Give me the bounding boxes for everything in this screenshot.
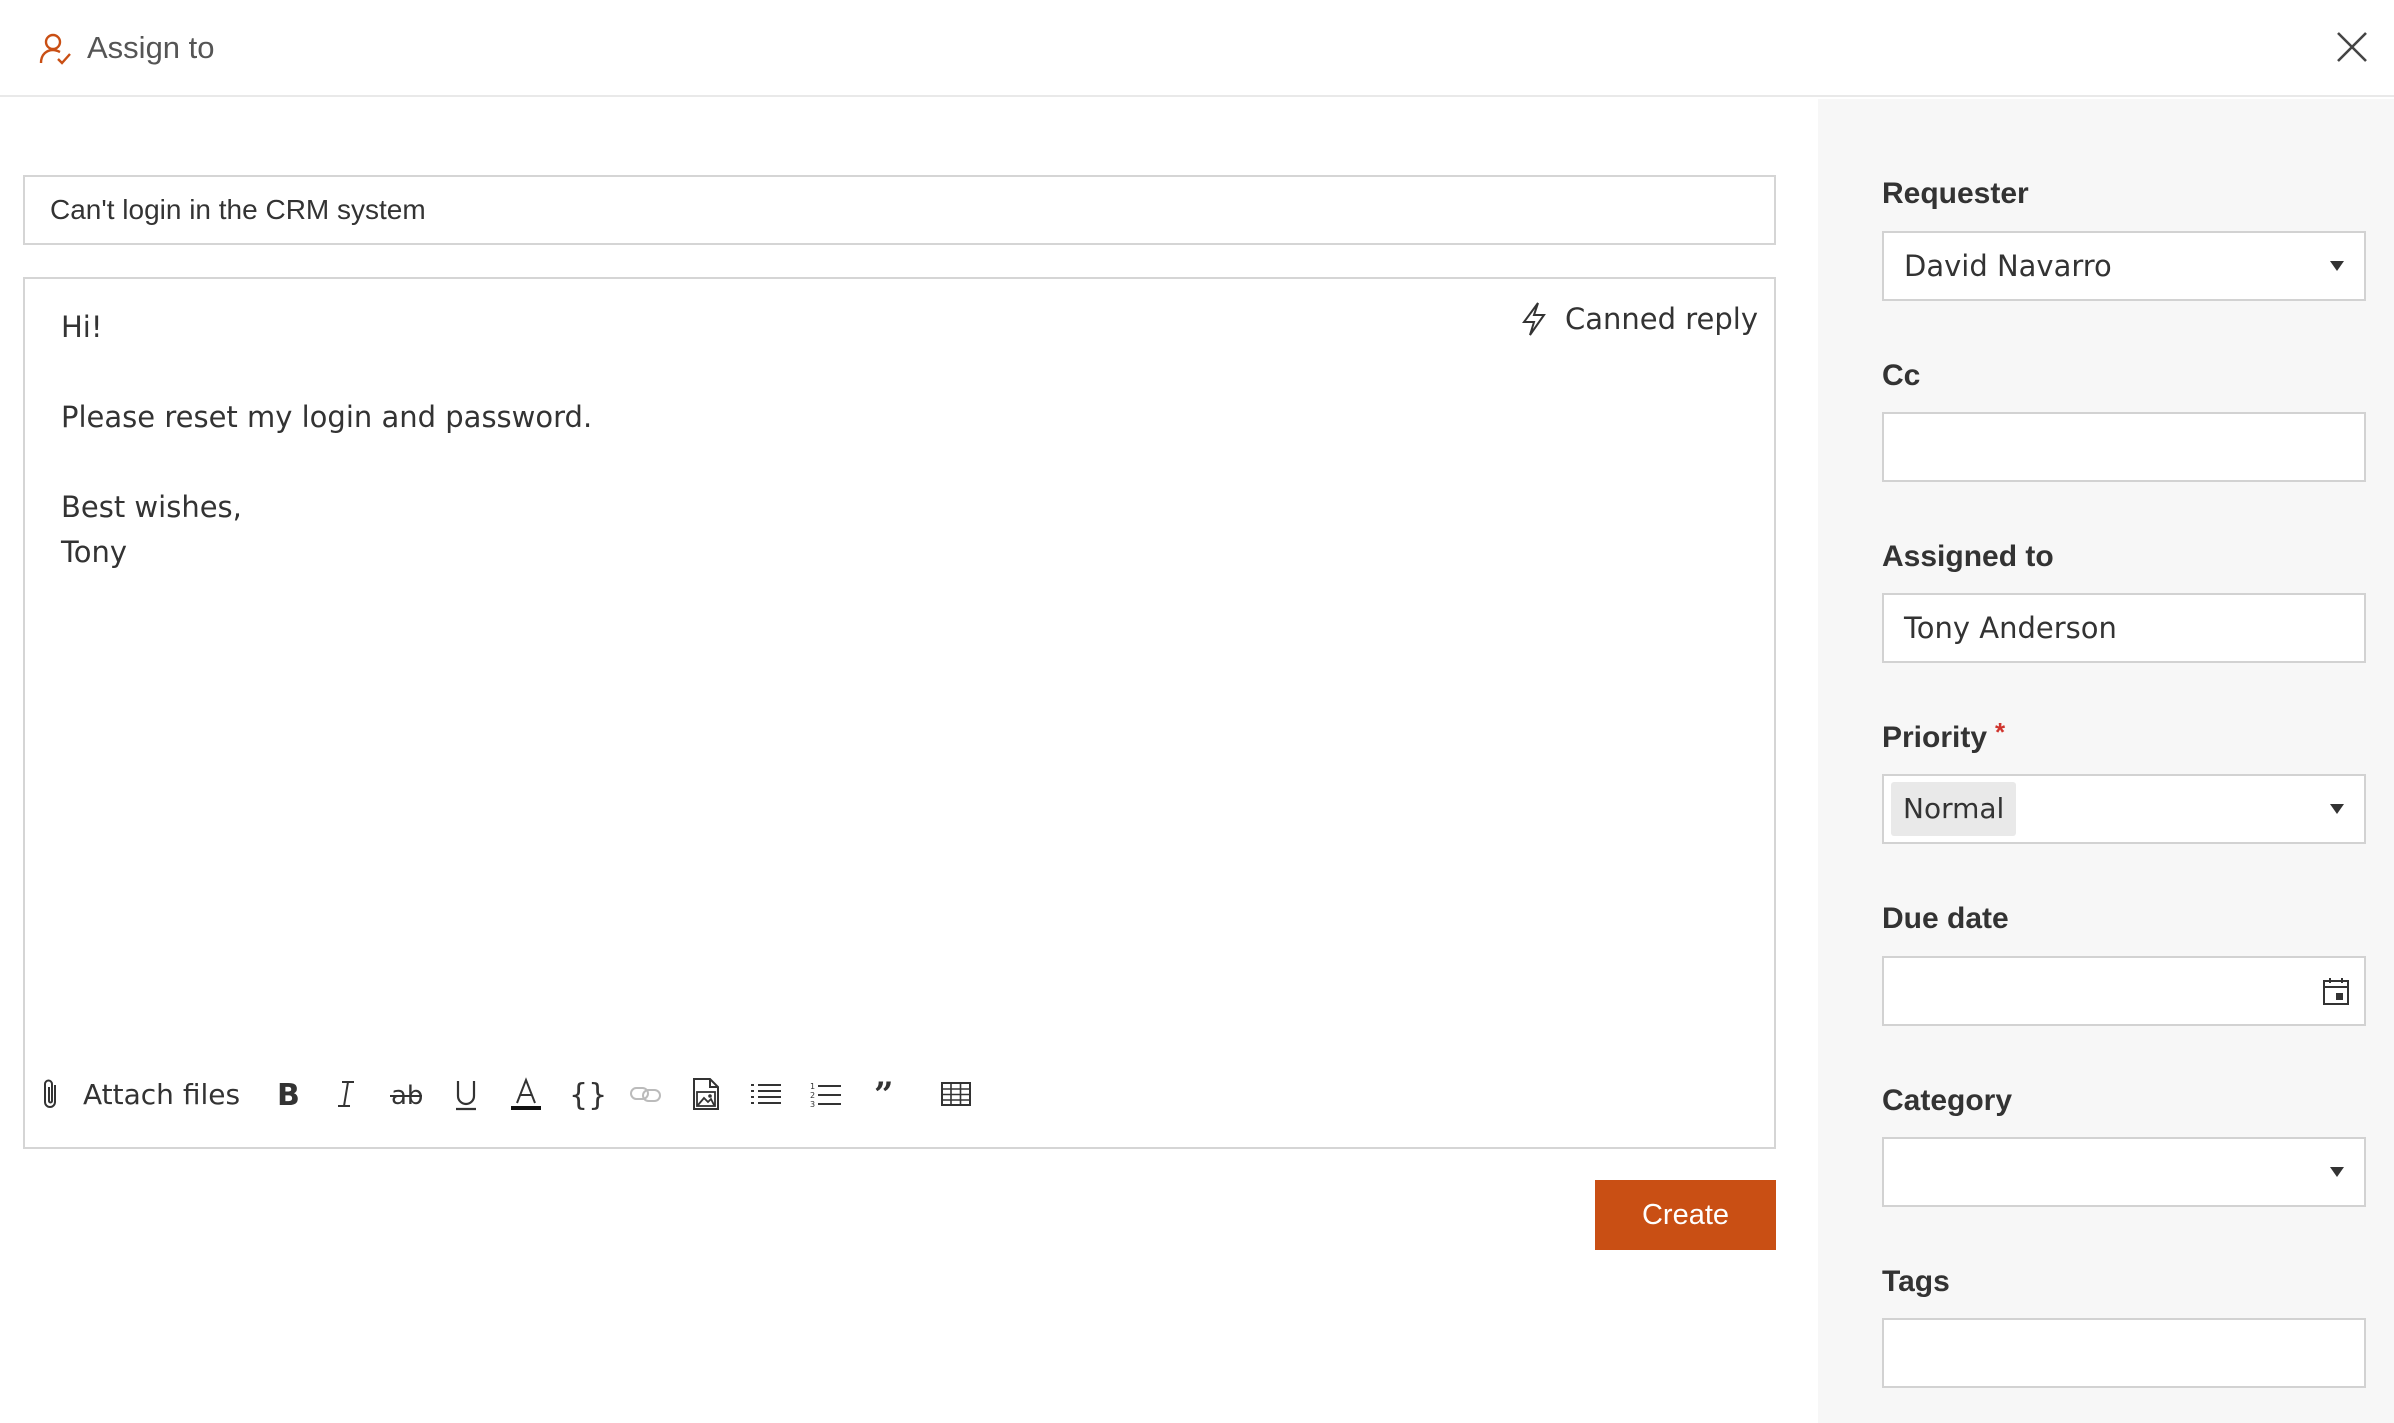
chevron-down-icon bbox=[2330, 804, 2344, 814]
svg-text:1: 1 bbox=[810, 1082, 815, 1091]
chevron-down-icon bbox=[2330, 261, 2344, 271]
assigned-to-input[interactable]: Tony Anderson bbox=[1882, 593, 2366, 663]
svg-text:2: 2 bbox=[810, 1091, 815, 1100]
tags-label: Tags bbox=[1882, 1265, 1950, 1298]
table-icon bbox=[941, 1082, 972, 1106]
assigned-to-label: Assigned to bbox=[1882, 540, 2054, 573]
requester-label: Requester bbox=[1882, 177, 2029, 210]
bulleted-list-button[interactable] bbox=[736, 1069, 796, 1119]
chevron-down-icon bbox=[2330, 1167, 2344, 1177]
attach-files-button[interactable]: Attach files bbox=[39, 1076, 240, 1112]
code-icon: {} bbox=[569, 1078, 604, 1112]
ticket-properties-panel: Requester David Navarro Cc Assigned to T… bbox=[1818, 99, 2394, 1423]
quote-icon: ” bbox=[874, 1076, 894, 1112]
strikethrough-icon: ab bbox=[390, 1081, 424, 1111]
font-color-icon bbox=[511, 1077, 542, 1110]
body-line: Tony bbox=[61, 535, 128, 569]
subject-input[interactable]: Can't login in the CRM system bbox=[23, 175, 1776, 245]
link-button[interactable] bbox=[616, 1069, 676, 1119]
requester-value: David Navarro bbox=[1904, 249, 2112, 283]
table-button[interactable] bbox=[926, 1069, 986, 1119]
assign-dialog: Assign to Can't login in the CRM system … bbox=[0, 0, 2394, 1423]
strikethrough-button[interactable]: ab bbox=[376, 1069, 436, 1119]
required-mark: * bbox=[1995, 717, 2006, 747]
canned-reply-button[interactable]: Canned reply bbox=[1519, 300, 1758, 338]
bold-icon: B bbox=[277, 1078, 300, 1112]
svg-text:{}: {} bbox=[569, 1078, 604, 1112]
priority-select[interactable]: Normal bbox=[1882, 774, 2366, 844]
tags-input[interactable] bbox=[1882, 1318, 2366, 1388]
numbered-list-button[interactable]: 1 2 3 bbox=[796, 1069, 856, 1119]
paperclip-icon bbox=[44, 1079, 56, 1108]
svg-text:B: B bbox=[277, 1078, 300, 1112]
image-button[interactable] bbox=[676, 1069, 736, 1119]
bulleted-list-icon bbox=[751, 1084, 782, 1104]
close-icon[interactable] bbox=[2335, 30, 2369, 64]
image-icon bbox=[693, 1078, 720, 1110]
create-button[interactable]: Create bbox=[1595, 1180, 1776, 1250]
svg-text:3: 3 bbox=[810, 1100, 815, 1109]
dialog-title: Assign to bbox=[87, 30, 215, 65]
bold-button[interactable]: B bbox=[256, 1069, 316, 1119]
underline-icon bbox=[456, 1081, 477, 1111]
priority-label: Priority * bbox=[1882, 717, 2005, 755]
user-assign-icon bbox=[39, 33, 71, 65]
priority-chip: Normal bbox=[1891, 782, 2017, 836]
cc-input[interactable] bbox=[1882, 412, 2366, 482]
body-line bbox=[61, 440, 1461, 485]
italic-button[interactable] bbox=[316, 1069, 376, 1119]
canned-reply-label: Canned reply bbox=[1564, 302, 1758, 336]
cc-label: Cc bbox=[1882, 359, 1921, 392]
body-line: Hi! bbox=[61, 310, 103, 344]
due-date-label: Due date bbox=[1882, 902, 2009, 935]
due-date-input[interactable] bbox=[1882, 956, 2366, 1026]
assigned-to-value: Tony Anderson bbox=[1904, 611, 2117, 645]
category-select[interactable] bbox=[1882, 1137, 2366, 1207]
svg-text:”: ” bbox=[874, 1076, 894, 1112]
code-button[interactable]: {} bbox=[556, 1069, 616, 1119]
underline-button[interactable] bbox=[436, 1069, 496, 1119]
body-line: Please reset my login and password. bbox=[61, 400, 593, 434]
message-body[interactable]: Hi! Please reset my login and password. … bbox=[61, 305, 1461, 575]
calendar-icon[interactable] bbox=[2320, 975, 2352, 1007]
numbered-list-icon: 1 2 3 bbox=[810, 1082, 842, 1109]
font-color-button[interactable] bbox=[496, 1069, 556, 1119]
category-label: Category bbox=[1882, 1084, 2013, 1117]
requester-select[interactable]: David Navarro bbox=[1882, 231, 2366, 301]
message-editor[interactable]: Canned reply Hi! Please reset my login a… bbox=[23, 277, 1776, 1149]
link-icon bbox=[630, 1087, 662, 1102]
italic-icon bbox=[338, 1081, 355, 1107]
priority-label-text: Priority bbox=[1882, 721, 1988, 754]
dialog-header: Assign to bbox=[0, 0, 2394, 97]
body-line bbox=[61, 350, 1461, 395]
lightning-icon bbox=[1522, 302, 1546, 336]
quote-button[interactable]: ” bbox=[856, 1069, 916, 1119]
formatting-toolbar: Attach files B ab {} 1 2 3 ” bbox=[39, 1069, 986, 1119]
body-line: Best wishes, bbox=[61, 490, 242, 524]
attach-files-label: Attach files bbox=[83, 1077, 241, 1111]
